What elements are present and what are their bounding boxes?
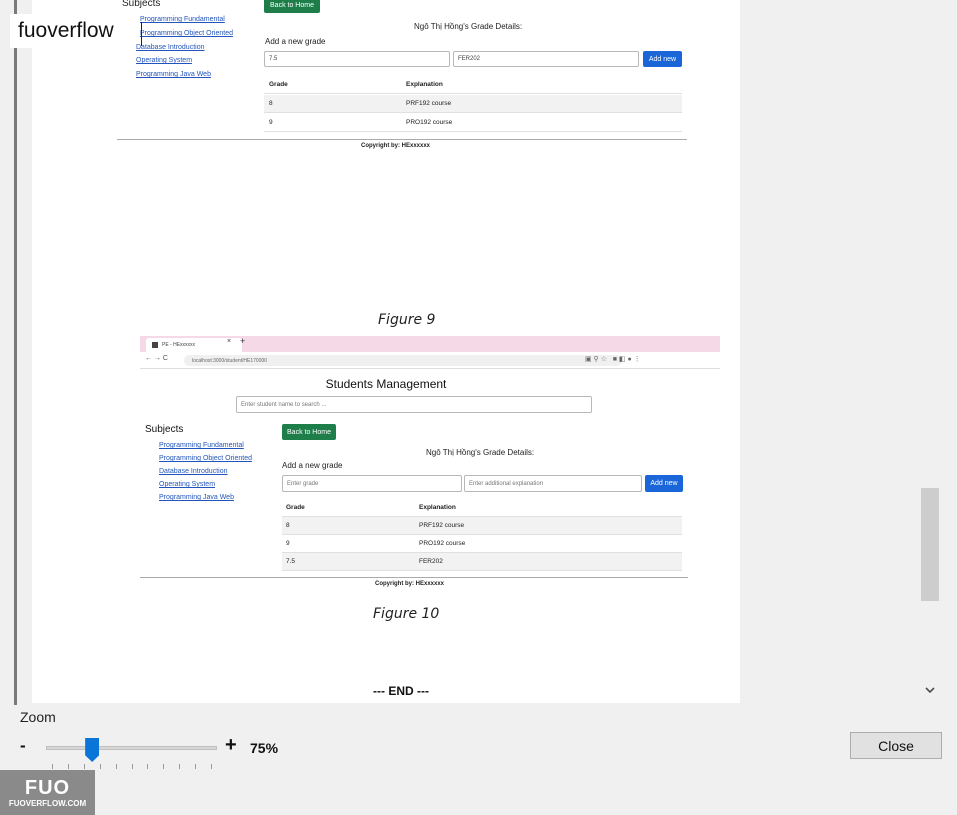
zoom-label: Zoom <box>20 709 56 725</box>
fig10-table-header: Grade Explanation <box>282 499 682 517</box>
document-page: Subjects Programming Fundamental Program… <box>32 0 740 703</box>
slider-tick <box>147 764 149 769</box>
fig10-cell-grade: 8 <box>286 522 290 529</box>
fig10-cell-grade: 9 <box>286 540 290 547</box>
fig9-subjects-title: Subjects <box>122 0 161 9</box>
fig10-cell-explanation: FER202 <box>419 558 443 565</box>
fig10-explanation-input[interactable]: Enter additional explanation <box>464 475 642 492</box>
slider-tick <box>52 764 53 769</box>
slider-tick <box>163 764 165 769</box>
fig10-cell-grade: 7.5 <box>286 558 296 565</box>
watermark-label: fuoverflow <box>10 14 126 48</box>
fig10-subjects-title: Subjects <box>145 424 184 435</box>
table-row: 8 PRF192 course <box>282 517 682 535</box>
fig10-add-button[interactable]: Add new <box>645 475 683 492</box>
fig9-header-explanation: Explanation <box>406 81 443 88</box>
viewer-left-border <box>14 0 17 705</box>
close-icon[interactable]: × <box>227 338 231 345</box>
fig10-tab-label: PE - HExxxxxx <box>162 342 196 348</box>
toolbar-icons[interactable]: ▣ ⚲ ☆ ■ ◧ ● ⋮ <box>585 355 641 363</box>
fig9-add-button[interactable]: Add new <box>643 51 682 67</box>
fig10-url-field[interactable]: localhost:3000/student/HE170000 <box>184 355 622 366</box>
slider-tick <box>131 764 133 769</box>
fig9-subject-link[interactable]: Programming Java Web <box>136 71 211 78</box>
chevron-down-icon[interactable] <box>920 681 940 699</box>
slider-tick <box>195 764 197 769</box>
fig10-search-input[interactable]: Enter student name to search ... <box>236 396 592 413</box>
zoom-plus[interactable]: + <box>225 734 237 757</box>
fig10-cell-explanation: PRF192 course <box>419 522 465 529</box>
fig10-cell-explanation: PRO192 course <box>419 540 466 547</box>
zoom-minus[interactable]: - <box>20 736 26 756</box>
fig10-url: localhost:3000/student/HE170000 <box>192 357 268 364</box>
slider-tick <box>99 764 101 769</box>
fig10-subject-link[interactable]: Programming Java Web <box>159 494 234 501</box>
fig9-subject-link[interactable]: Database Introduction <box>136 44 205 51</box>
fig9-subject-link[interactable]: Programming Fundamental <box>140 16 225 23</box>
slider-tick <box>179 764 181 769</box>
fig10-copyright: Copyright by: HExxxxxx <box>375 581 445 587</box>
zoom-panel <box>0 705 957 815</box>
table-row: 8 PRF192 course <box>264 95 682 113</box>
fig10-header-grade: Grade <box>286 504 305 511</box>
text-cursor <box>141 22 142 46</box>
fig10-subject-link[interactable]: Programming Fundamental <box>159 442 244 449</box>
zoom-slider-track[interactable] <box>46 746 217 750</box>
slider-tick <box>115 764 117 769</box>
fig9-table-header: Grade Explanation <box>264 76 682 94</box>
document-viewer[interactable]: Subjects Programming Fundamental Program… <box>0 0 957 705</box>
fig9-copyright: Copyright by: HExxxxxx <box>361 143 431 149</box>
fig10-header-explanation: Explanation <box>419 504 456 511</box>
fig9-divider <box>117 139 687 140</box>
fig9-add-title: Add a new grade <box>265 37 326 46</box>
fig10-add-title: Add a new grade <box>282 461 343 470</box>
fig10-subject-link[interactable]: Database Introduction <box>159 468 228 475</box>
close-button[interactable]: Close <box>850 732 942 759</box>
logo-text: FUOVERFLOW.COM <box>8 798 87 808</box>
fig9-subject-link[interactable]: Programming Object Oriented <box>140 30 233 37</box>
fig9-header-grade: Grade <box>269 81 288 88</box>
fig10-grade-title: Ngô Thị Hồng's Grade Details: <box>426 448 535 457</box>
fig10-subject-link[interactable]: Operating System <box>159 481 215 488</box>
fig10-back-button[interactable]: Back to Home <box>282 424 336 440</box>
slider-tick <box>83 764 85 769</box>
table-row: 7.5 FER202 <box>282 553 682 571</box>
favicon-icon <box>152 342 158 348</box>
zoom-value: 75% <box>250 740 279 756</box>
nav-arrows-icon[interactable]: ← → C <box>145 355 168 362</box>
fig9-cell-grade: 9 <box>269 119 273 126</box>
fig9-cell-grade: 8 <box>269 100 273 107</box>
fig9-explanation-input[interactable]: FER202 <box>453 51 639 67</box>
fig10-divider <box>140 577 688 578</box>
fig9-cell-explanation: PRF192 course <box>406 100 452 107</box>
fig9-cell-explanation: PRO192 course <box>406 119 453 126</box>
fig9-grade-input[interactable]: 7.5 <box>264 51 450 67</box>
figure9-caption: Figure 9 <box>378 312 436 328</box>
slider-tick <box>211 764 212 769</box>
slider-tick <box>67 764 69 769</box>
fig9-back-button[interactable]: Back to Home <box>264 0 320 13</box>
end-text: --- END --- <box>373 684 429 698</box>
fig10-grade-input[interactable]: Enter grade <box>282 475 462 492</box>
fig10-subject-link[interactable]: Programming Object Oriented <box>159 455 252 462</box>
table-row: 9 PRO192 course <box>282 535 682 553</box>
logo-mark: FUO <box>24 776 71 799</box>
table-row: 9 PRO192 course <box>264 114 682 132</box>
fig10-page-title: Students Management <box>325 377 447 391</box>
figure10-caption: Figure 10 <box>373 606 440 622</box>
fig9-grade-title: Ngô Thị Hồng's Grade Details: <box>414 22 523 31</box>
fig9-subject-link[interactable]: Operating System <box>136 57 192 64</box>
plus-icon[interactable]: + <box>240 336 245 346</box>
fuoverflow-logo: FUO FUOVERFLOW.COM <box>0 770 95 815</box>
scrollbar-thumb[interactable] <box>921 488 939 601</box>
